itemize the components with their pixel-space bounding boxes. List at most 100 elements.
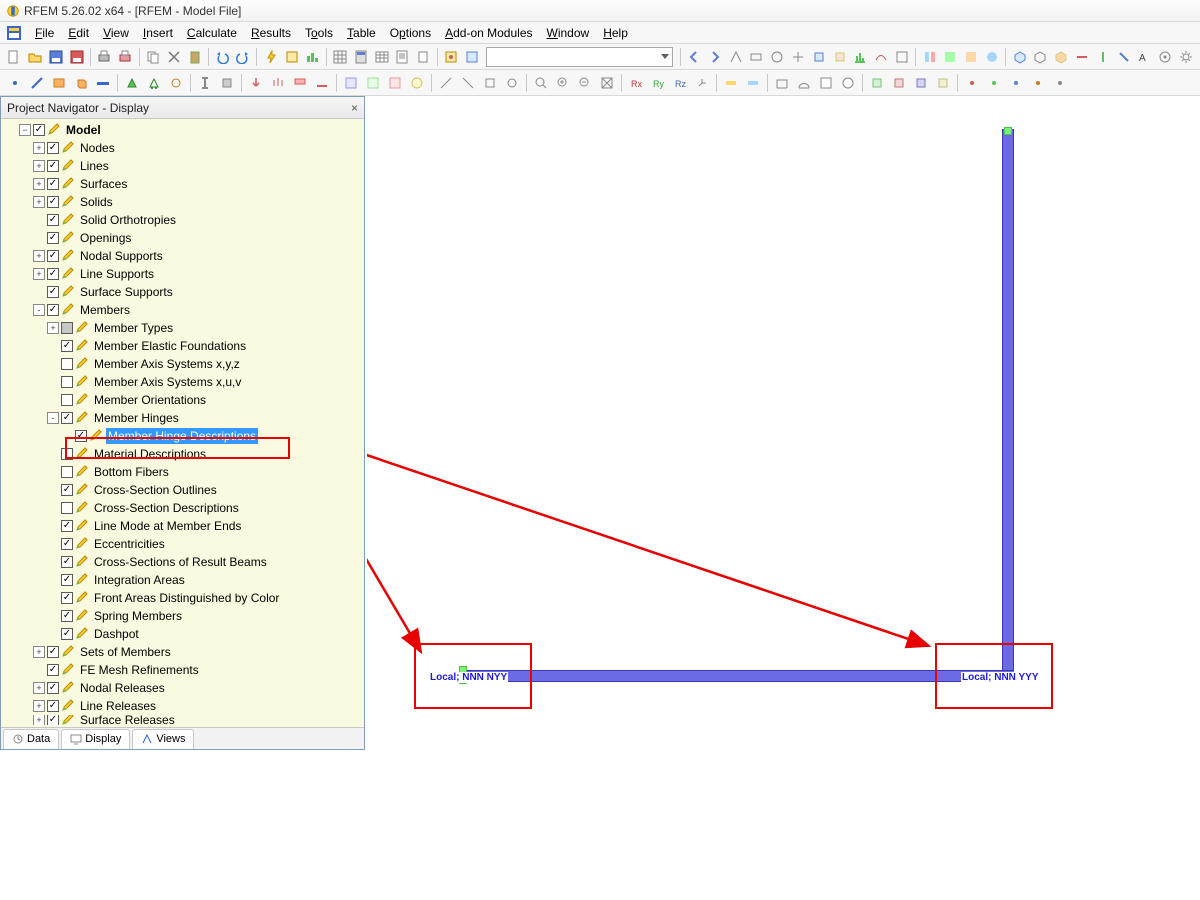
tree-row[interactable]: Cross-Section Outlines <box>5 481 362 499</box>
tb2-p4[interactable] <box>838 73 858 93</box>
tb-v8[interactable] <box>872 47 891 67</box>
tb-a2[interactable] <box>1156 47 1175 67</box>
tree-item-label[interactable]: Line Releases <box>78 698 158 714</box>
tb2-support2[interactable] <box>144 73 164 93</box>
tb2-support3[interactable] <box>166 73 186 93</box>
tree-checkbox[interactable] <box>47 142 59 154</box>
tree-twisty[interactable]: + <box>33 715 45 725</box>
tb2-node[interactable] <box>5 73 25 93</box>
tb-new[interactable] <box>5 47 24 67</box>
tree-row[interactable]: Openings <box>5 229 362 247</box>
tb2-ry[interactable]: Ry <box>648 73 668 93</box>
tb-module2[interactable] <box>462 47 481 67</box>
tree-item-label[interactable]: Member Axis Systems x,u,v <box>92 374 243 390</box>
tb-results-icon[interactable] <box>303 47 322 67</box>
tree-checkbox[interactable] <box>61 466 73 478</box>
tree-checkbox[interactable] <box>61 376 73 388</box>
tb-module[interactable] <box>441 47 460 67</box>
tb-undo[interactable] <box>213 47 232 67</box>
tree-item-label[interactable]: Nodes <box>78 140 117 156</box>
tree-checkbox[interactable] <box>47 664 59 676</box>
tree-checkbox[interactable] <box>47 286 59 298</box>
tb-table[interactable] <box>372 47 391 67</box>
tree-checkbox[interactable] <box>61 340 73 352</box>
tree-checkbox[interactable] <box>47 196 59 208</box>
tree-checkbox[interactable] <box>47 268 59 280</box>
menu-help[interactable]: Help <box>596 24 635 42</box>
tb2-load2[interactable] <box>268 73 288 93</box>
tree-twisty[interactable]: − <box>19 124 31 136</box>
tree-row[interactable]: +Nodal Supports <box>5 247 362 265</box>
tb-v6[interactable] <box>830 47 849 67</box>
tb-save[interactable] <box>47 47 66 67</box>
tb-a1[interactable]: A <box>1135 47 1154 67</box>
tb2-g3[interactable] <box>385 73 405 93</box>
tb-prev[interactable] <box>685 47 704 67</box>
tree-checkbox[interactable] <box>47 250 59 262</box>
tree-checkbox[interactable] <box>47 160 59 172</box>
tree-row[interactable]: Spring Members <box>5 607 362 625</box>
tb-loadcase[interactable] <box>282 47 301 67</box>
tb-print[interactable] <box>95 47 114 67</box>
tree-item-label[interactable]: Surfaces <box>78 176 129 192</box>
tb2-c1[interactable] <box>867 73 887 93</box>
model-viewport[interactable]: Local; NNN NYY Local; NNN YYY <box>367 96 1200 750</box>
tb-copy[interactable] <box>144 47 163 67</box>
tree-item-label[interactable]: Openings <box>78 230 133 246</box>
tb-r4[interactable] <box>983 47 1002 67</box>
tb-v3[interactable] <box>768 47 787 67</box>
tree-row[interactable]: Line Mode at Member Ends <box>5 517 362 535</box>
tb-z[interactable] <box>1114 47 1133 67</box>
tree-twisty[interactable]: + <box>47 322 59 334</box>
tree-checkbox[interactable] <box>47 232 59 244</box>
tb2-rz[interactable]: Rz <box>670 73 690 93</box>
tb-gear[interactable] <box>1177 47 1196 67</box>
tree-row[interactable]: -Members <box>5 301 362 319</box>
tree-checkbox[interactable] <box>61 628 73 640</box>
tb2-solid[interactable] <box>71 73 91 93</box>
tree-item-label[interactable]: Member Types <box>92 320 175 336</box>
tb2-zoomfit[interactable] <box>597 73 617 93</box>
navigator-tab-data[interactable]: Data <box>3 729 59 749</box>
tree-row[interactable]: Cross-Section Descriptions <box>5 499 362 517</box>
tb2-zoom2[interactable] <box>553 73 573 93</box>
tree-item-label[interactable]: Surface Supports <box>78 284 175 300</box>
tree-checkbox[interactable] <box>75 430 87 442</box>
tree-item-label[interactable]: Nodal Releases <box>78 680 167 696</box>
tree-row[interactable]: + Member Types <box>5 319 362 337</box>
tree-item-label[interactable]: Sets of Members <box>78 644 173 660</box>
tb-r1[interactable] <box>920 47 939 67</box>
tree-item-label[interactable]: Eccentricities <box>92 536 167 552</box>
tb-r2[interactable] <box>941 47 960 67</box>
tb2-support1[interactable] <box>122 73 142 93</box>
structural-member-vertical[interactable] <box>1002 129 1014 682</box>
tree-row[interactable]: Solid Orthotropies <box>5 211 362 229</box>
tree-checkbox[interactable] <box>61 394 73 406</box>
tree-checkbox[interactable] <box>61 610 73 622</box>
tree-item-label[interactable]: Cross-Section Outlines <box>92 482 219 498</box>
menu-calculate[interactable]: Calculate <box>180 24 244 42</box>
tb2-e5[interactable] <box>1050 73 1070 93</box>
tb-report[interactable] <box>393 47 412 67</box>
menu-edit[interactable]: Edit <box>61 24 96 42</box>
tb2-sect[interactable] <box>195 73 215 93</box>
navigator-tab-display[interactable]: Display <box>61 729 130 749</box>
tb-save-red[interactable] <box>67 47 86 67</box>
tree-row[interactable]: + Nodal Releases <box>5 679 362 697</box>
tb2-e3[interactable] <box>1006 73 1026 93</box>
tree-checkbox[interactable] <box>61 322 73 334</box>
tree-row[interactable]: FE Mesh Refinements <box>5 661 362 679</box>
tree-checkbox[interactable] <box>47 715 59 725</box>
tree-twisty[interactable]: + <box>33 682 45 694</box>
tree-row[interactable]: +Surface Releases <box>5 715 362 725</box>
menu-tools[interactable]: Tools <box>298 24 340 42</box>
menu-view[interactable]: View <box>96 24 136 42</box>
tree-checkbox[interactable] <box>61 484 73 496</box>
tb2-c3[interactable] <box>911 73 931 93</box>
tb2-p2[interactable] <box>794 73 814 93</box>
tree-checkbox[interactable] <box>61 556 73 568</box>
tb2-load4[interactable] <box>312 73 332 93</box>
tb2-load3[interactable] <box>290 73 310 93</box>
tree-checkbox[interactable] <box>47 304 59 316</box>
tree-checkbox[interactable] <box>61 412 73 424</box>
